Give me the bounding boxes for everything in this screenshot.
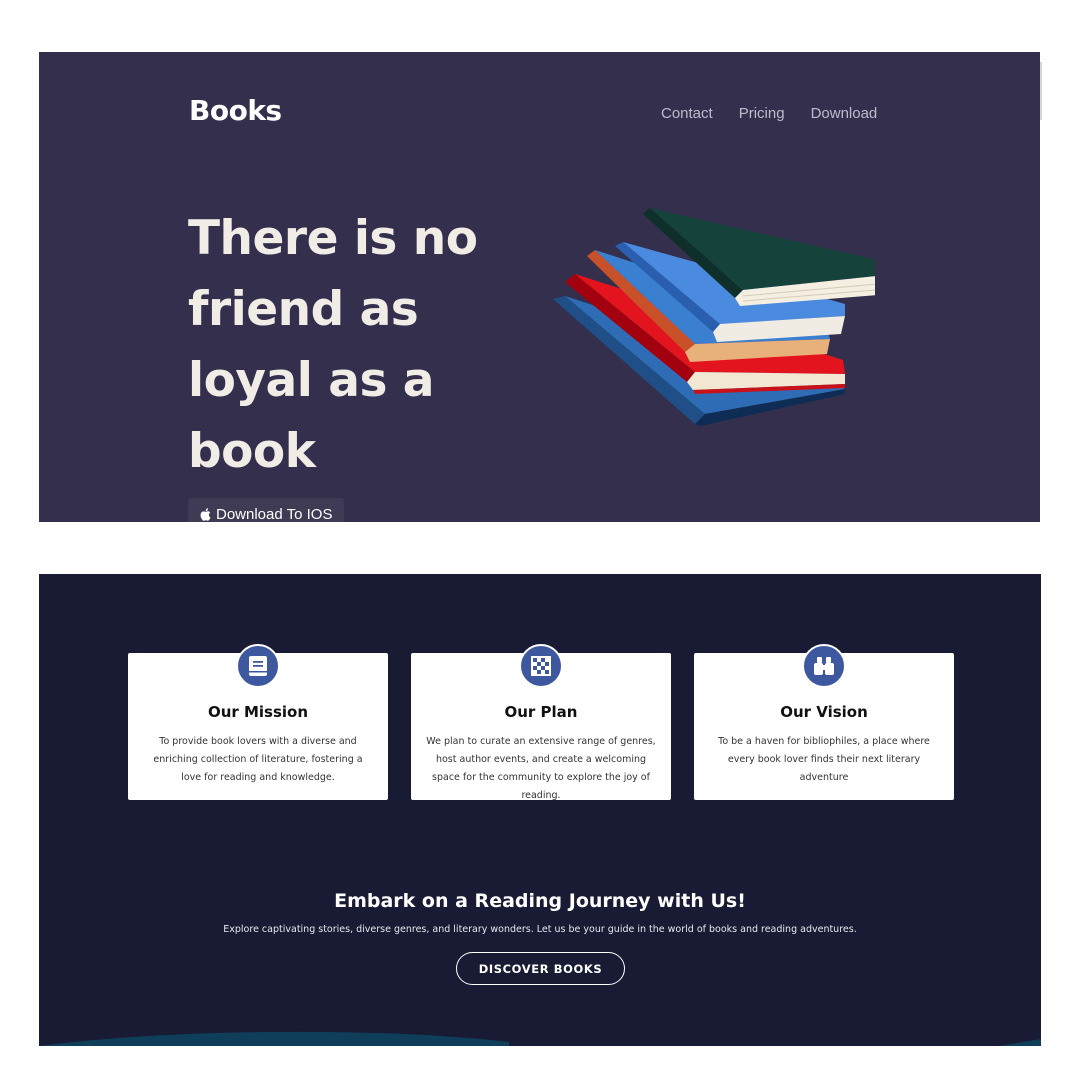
- apple-icon: [200, 508, 211, 521]
- discover-books-button[interactable]: DISCOVER BOOKS: [456, 952, 625, 985]
- card-text: We plan to curate an extensive range of …: [426, 736, 656, 801]
- top-nav: Contact Pricing Download: [661, 105, 877, 122]
- hero-headline: There is no friend as loyal as a book: [188, 211, 478, 479]
- card-text: To provide book lovers with a diverse an…: [153, 736, 363, 783]
- download-ios-label: Download To IOS: [216, 506, 333, 522]
- card-text: To be a haven for bibliophiles, a place …: [718, 736, 930, 783]
- card-our-mission: Our Mission To provide book lovers with …: [128, 644, 388, 800]
- checkerboard-icon: [519, 644, 563, 688]
- nav-contact[interactable]: Contact: [661, 105, 713, 122]
- card-title: Our Mission: [207, 703, 309, 721]
- book-icon: [236, 644, 280, 688]
- hero-section: Books Contact Pricing Download There is …: [39, 52, 1040, 522]
- cta-subtitle: Explore captivating stories, diverse gen…: [223, 924, 857, 935]
- binoculars-icon: [802, 644, 846, 688]
- scrollbar-edge[interactable]: [1040, 62, 1042, 120]
- card-our-plan: Our Plan We plan to curate an extensive …: [411, 644, 671, 801]
- download-ios-button[interactable]: Download To IOS: [188, 498, 345, 522]
- books-stack-image: [553, 208, 875, 426]
- card-title: Our Plan: [504, 703, 578, 721]
- decorative-wave: [39, 1031, 1041, 1046]
- card-our-vision: Our Vision To be a haven for bibliophile…: [694, 644, 954, 800]
- cta-title: Embark on a Reading Journey with Us!: [334, 890, 746, 912]
- features-section: Our Mission To provide book lovers with …: [39, 574, 1041, 1046]
- brand-logo[interactable]: Books: [189, 94, 282, 127]
- nav-download[interactable]: Download: [811, 105, 878, 122]
- nav-pricing[interactable]: Pricing: [739, 105, 785, 122]
- card-title: Our Vision: [780, 703, 868, 721]
